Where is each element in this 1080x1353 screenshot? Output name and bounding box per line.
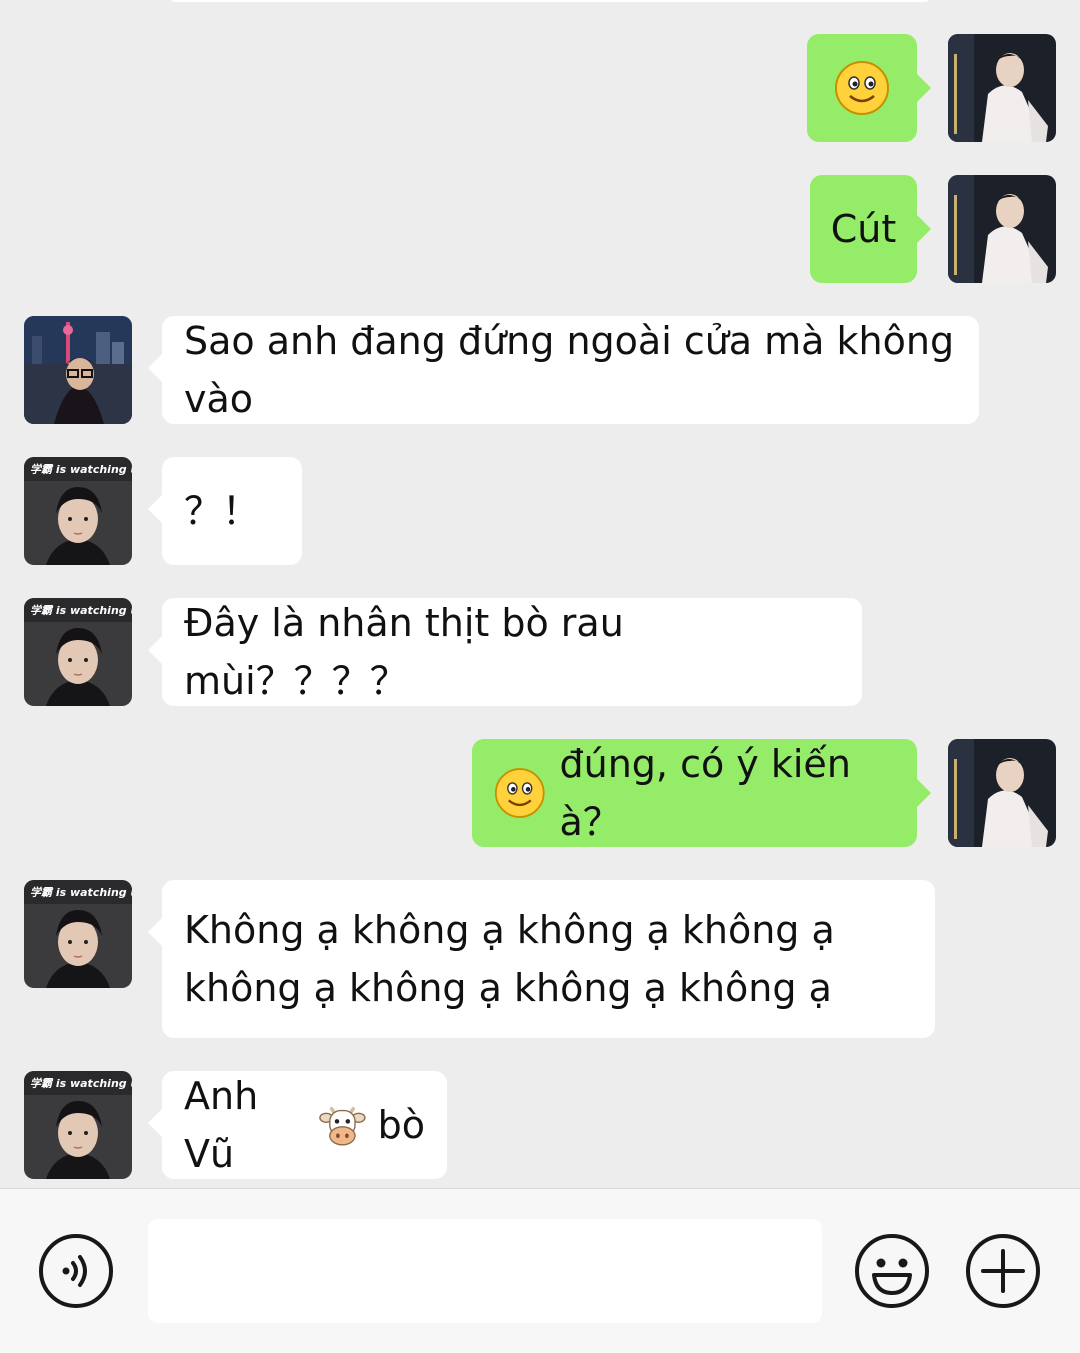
avatar-self[interactable] [948, 175, 1056, 283]
message-bubble-outgoing[interactable] [807, 34, 931, 142]
avatar-badge-text: 学霸 is watching u [30, 886, 132, 899]
message-text: đúng, có ý kiến à？ [559, 742, 851, 844]
message-text: bò [377, 1103, 425, 1147]
avatar-badge-text: 学霸 is watching u [30, 1077, 132, 1090]
message-bubble-outgoing[interactable]: Cút [810, 175, 931, 283]
previous-message-bubble [170, 0, 930, 2]
voice-button[interactable] [38, 1233, 114, 1309]
message-bubble-incoming[interactable]: ？！ [148, 457, 302, 565]
avatar-badge-text: 学霸 is watching u [30, 463, 132, 476]
message-bubble-incoming[interactable]: Đây là nhân thịt bò rau mùi？？？？ [148, 598, 862, 706]
emoji-button[interactable] [854, 1233, 930, 1309]
avatar-self[interactable] [948, 739, 1056, 847]
avatar-contact-watching[interactable]: 学霸 is watching u [24, 1071, 132, 1179]
voice-icon [39, 1234, 113, 1308]
avatar-badge-text: 学霸 is watching u [30, 604, 132, 617]
message-text: Không ạ không ạ không ạ không ạ không ạ … [184, 908, 835, 1010]
cow-emoji-icon [319, 1106, 366, 1146]
message-text: Anh Vũ [184, 1074, 259, 1176]
avatar-contact-watching[interactable]: 学霸 is watching u [24, 457, 132, 565]
plus-icon [966, 1234, 1040, 1308]
message-bubble-incoming[interactable]: Không ạ không ạ không ạ không ạ không ạ … [148, 880, 935, 1038]
smile-emoji-icon [494, 768, 545, 818]
avatar-contact-watching[interactable]: 学霸 is watching u [24, 880, 132, 988]
avatar-contact-watching[interactable]: 学霸 is watching u [24, 598, 132, 706]
avatar-contact-city[interactable] [24, 316, 132, 424]
input-bar [0, 1188, 1080, 1353]
chat-area[interactable]: Cút Sao anh đang đứng ngoài cửa mà không… [0, 0, 1080, 1188]
more-button[interactable] [965, 1233, 1041, 1309]
emoji-icon [855, 1234, 929, 1308]
avatar-self[interactable] [948, 34, 1056, 142]
message-bubble-incoming[interactable]: Sao anh đang đứng ngoài cửa mà không vào [148, 316, 979, 424]
message-bubble-incoming[interactable]: Anh Vũ bò [148, 1071, 447, 1179]
message-text: Sao anh đang đứng ngoài cửa mà không vào [184, 319, 955, 421]
smile-emoji-icon [835, 61, 889, 115]
message-bubble-outgoing[interactable]: đúng, có ý kiến à？ [472, 739, 931, 847]
message-input[interactable] [148, 1219, 822, 1323]
message-text: ？！ [184, 489, 261, 533]
message-text: Cút [830, 207, 897, 251]
message-text: Đây là nhân thịt bò rau mùi？？？？ [184, 601, 624, 703]
